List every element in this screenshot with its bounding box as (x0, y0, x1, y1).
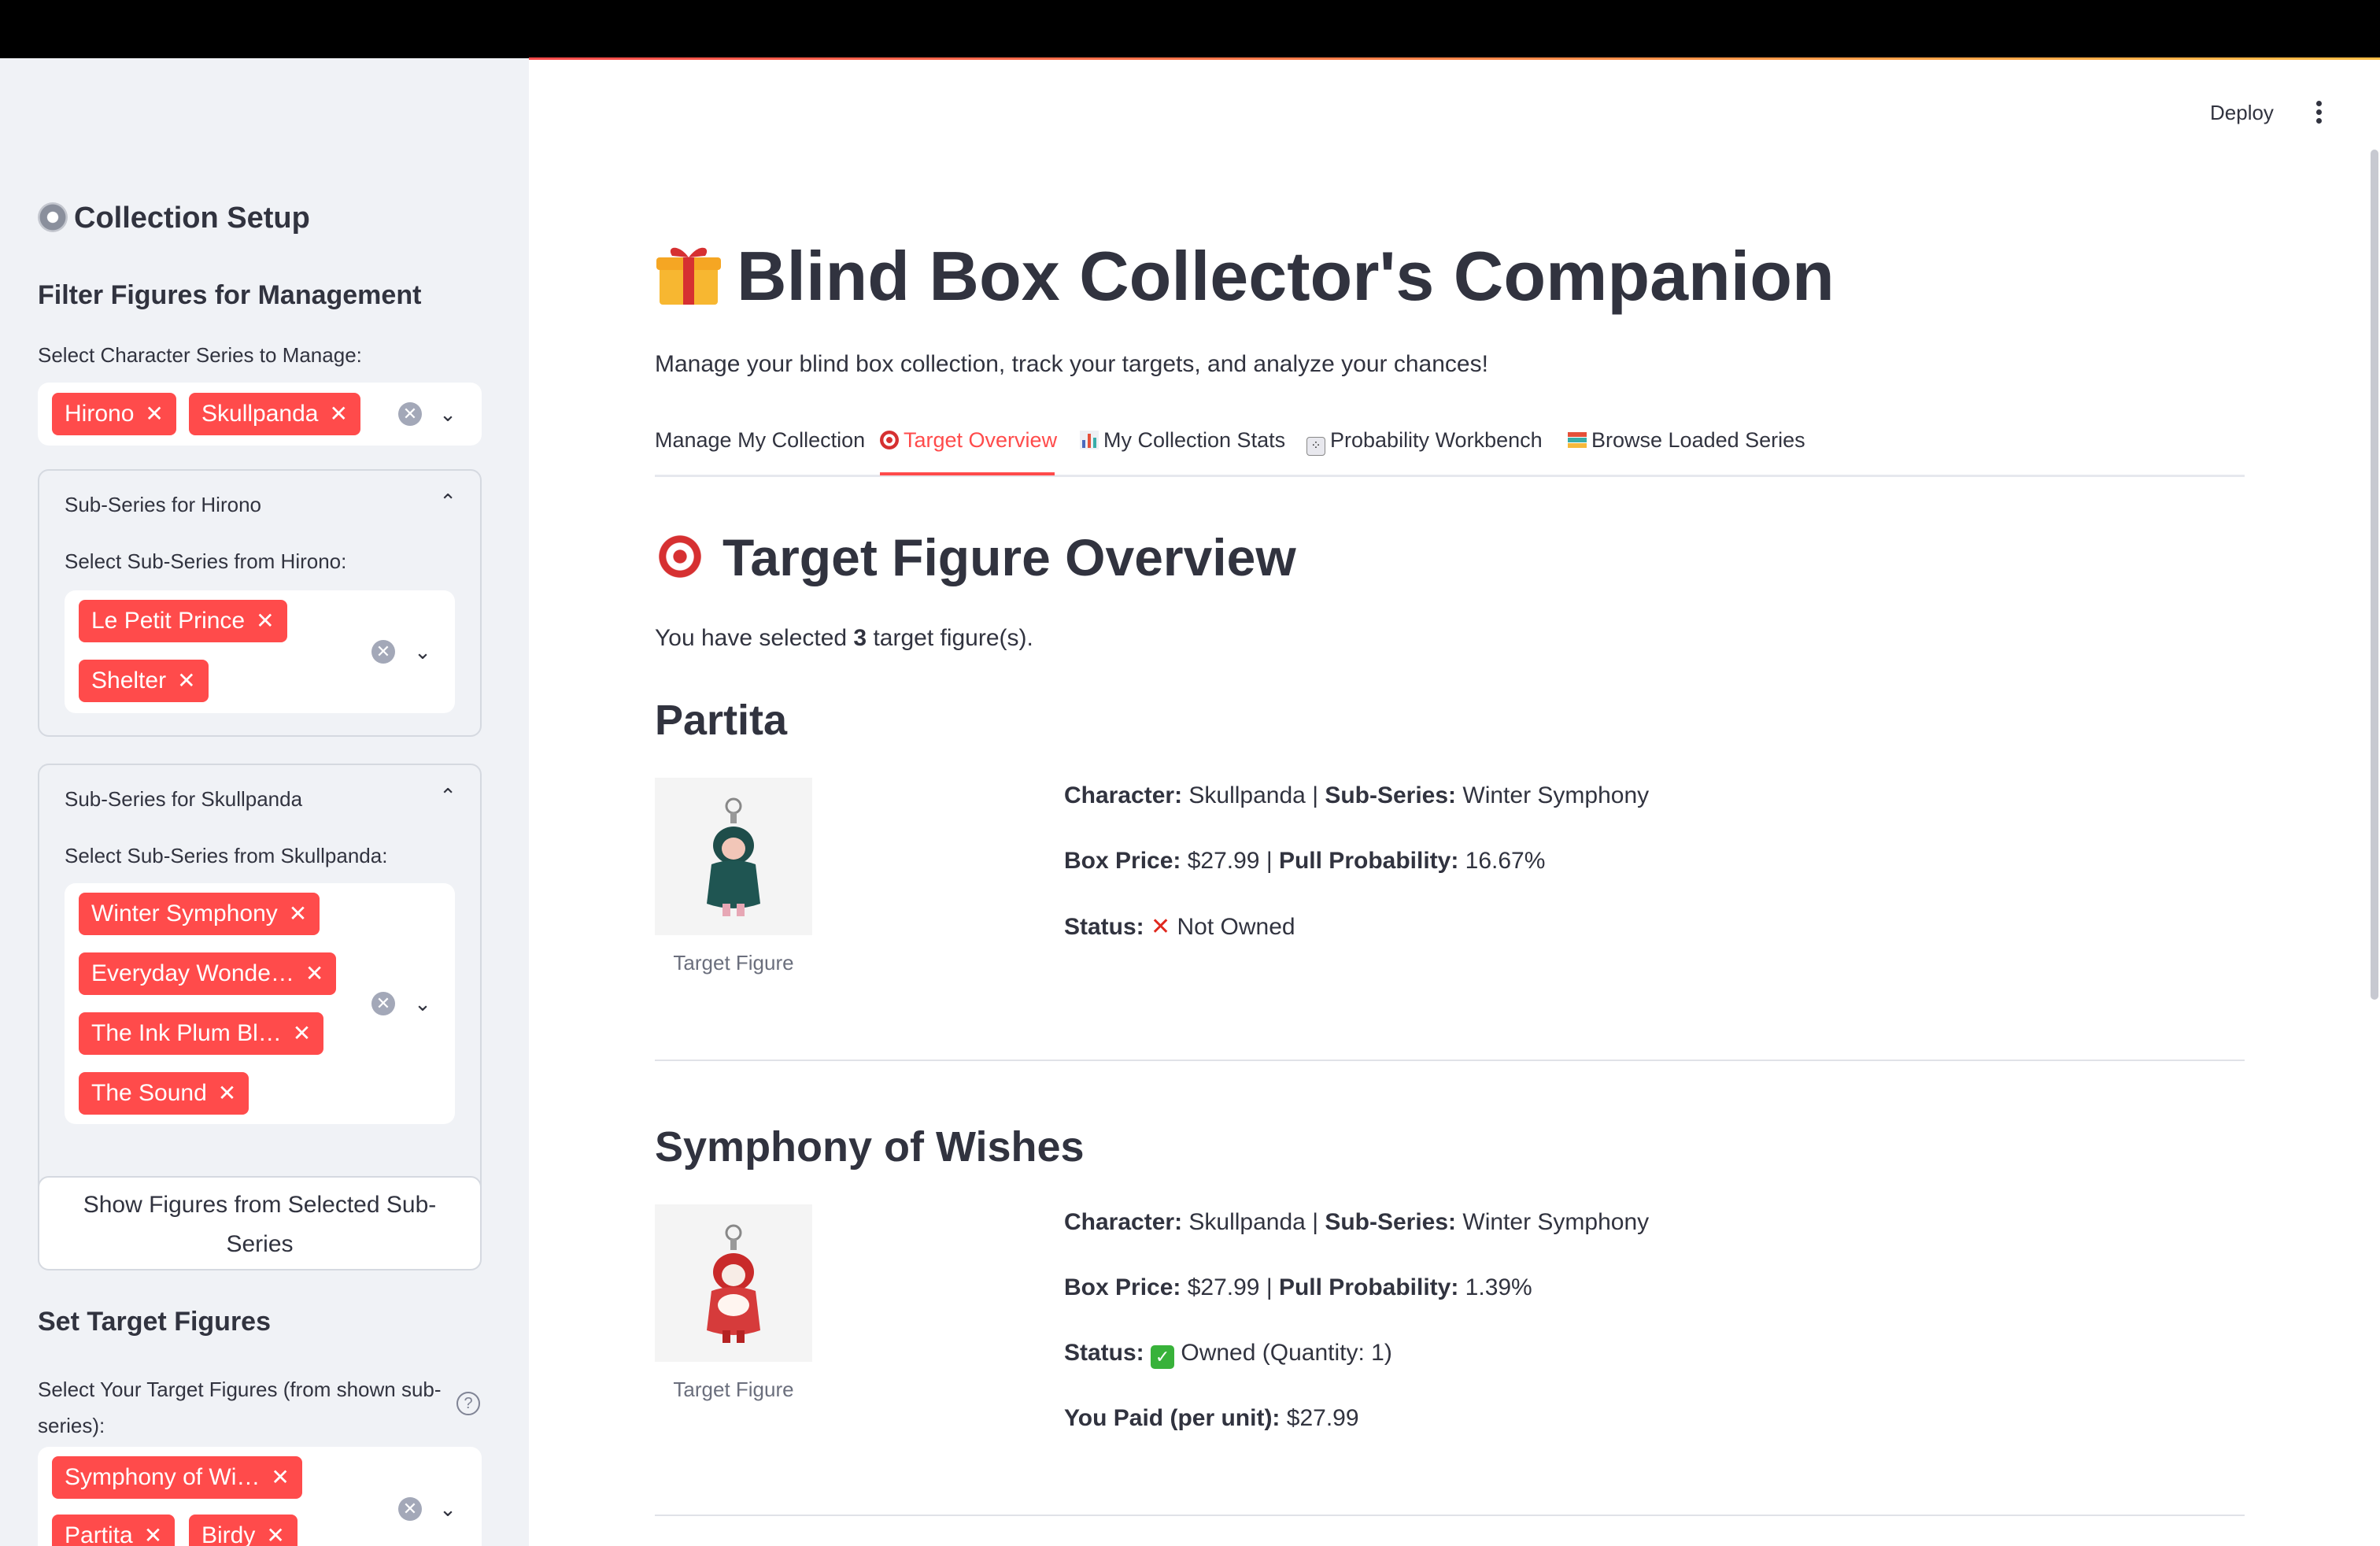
target-icon (655, 531, 705, 582)
deploy-button[interactable]: Deploy (2210, 101, 2274, 125)
set-targets-heading: Set Target Figures (38, 1307, 271, 1337)
divider (655, 1515, 2245, 1516)
chip-remove-icon[interactable]: ✕ (305, 952, 323, 995)
expander-hirono: Sub-Series for Hirono ⌃ Select Sub-Serie… (38, 469, 482, 737)
tab-manage-collection[interactable]: Manage My Collection (655, 428, 865, 453)
chip-ink-plum[interactable]: The Ink Plum Bl… ✕ (79, 1012, 324, 1055)
chip-shelter[interactable]: Shelter ✕ (79, 660, 209, 702)
header-decoration (529, 57, 2380, 60)
char-series-multiselect[interactable]: Hirono ✕ Skullpanda ✕ ✕ ⌄ (38, 383, 482, 446)
chip-winter-symphony[interactable]: Winter Symphony ✕ (79, 893, 320, 935)
books-icon (1568, 431, 1587, 449)
gear-icon (38, 202, 68, 232)
chip-skullpanda[interactable]: Skullpanda ✕ (189, 393, 360, 435)
filter-heading: Filter Figures for Management (38, 280, 422, 310)
chip-remove-icon[interactable]: ✕ (271, 1456, 289, 1499)
figure-price-line: Box Price: $27.99 | Pull Probability: 1.… (1064, 1274, 1532, 1300)
page-subtitle: Manage your blind box collection, track … (655, 351, 1488, 377)
dice-icon: ⁘ (1306, 437, 1325, 456)
divider (655, 1060, 2245, 1061)
collection-setup-heading: Collection Setup (38, 202, 310, 235)
help-icon[interactable]: ? (456, 1392, 480, 1415)
chip-the-sound[interactable]: The Sound ✕ (79, 1072, 249, 1115)
figure-image (655, 778, 812, 935)
chevron-up-icon[interactable]: ⌃ (439, 784, 456, 808)
tab-target-overview[interactable]: Target Overview (880, 428, 1057, 453)
active-tab-indicator (880, 472, 1055, 475)
chip-remove-icon[interactable]: ✕ (293, 1012, 311, 1055)
figure-price-line: Box Price: $27.99 | Pull Probability: 16… (1064, 848, 1546, 874)
clear-all-icon[interactable]: ✕ (398, 1497, 422, 1521)
chip-remove-icon[interactable]: ✕ (218, 1072, 236, 1115)
sidebar: Collection Setup Filter Figures for Mana… (0, 58, 529, 1546)
chip-remove-icon[interactable]: ✕ (177, 660, 195, 702)
main-menu-icon[interactable] (2314, 101, 2323, 128)
gift-icon (656, 247, 721, 305)
tab-collection-stats[interactable]: My Collection Stats (1080, 428, 1285, 453)
targets-label: Select Your Target Figures (from shown s… (38, 1378, 442, 1437)
show-figures-button[interactable]: Show Figures from Selected Sub-Series (38, 1176, 482, 1270)
target-figures-multiselect[interactable]: Symphony of Wi… ✕ Partita ✕ Birdy ✕ ✕ ⌄ (38, 1447, 482, 1546)
figure-name: Symphony of Wishes (655, 1123, 1085, 1171)
chip-remove-icon[interactable]: ✕ (329, 393, 347, 435)
figure-name: Partita (655, 697, 788, 744)
target-icon (880, 431, 899, 449)
figure-paid-line: You Paid (per unit): $27.99 (1064, 1405, 1359, 1431)
expander-hirono-title[interactable]: Sub-Series for Hirono (65, 493, 261, 517)
chip-partita[interactable]: Partita ✕ (52, 1515, 176, 1546)
figure-character-line: Character: Skullpanda | Sub-Series: Wint… (1064, 782, 1650, 808)
chip-birdy[interactable]: Birdy ✕ (189, 1515, 298, 1546)
skullpanda-subseries-label: Select Sub-Series from Skullpanda: (65, 844, 388, 867)
clear-all-icon[interactable]: ✕ (371, 992, 395, 1015)
chevron-down-icon[interactable]: ⌄ (436, 1497, 460, 1521)
chevron-down-icon[interactable]: ⌄ (411, 640, 434, 664)
chip-remove-icon[interactable]: ✕ (145, 393, 163, 435)
expander-skullpanda-title[interactable]: Sub-Series for Skullpanda (65, 787, 302, 812)
figure-status-line: Status: ✕ Not Owned (1064, 914, 1295, 940)
tab-probability-workbench[interactable]: ⁘ Probability Workbench (1306, 428, 1543, 456)
tab-browse-series[interactable]: Browse Loaded Series (1568, 428, 1805, 453)
hirono-subseries-label: Select Sub-Series from Hirono: (65, 549, 347, 573)
expander-skullpanda: Sub-Series for Skullpanda ⌃ Select Sub-S… (38, 764, 482, 1208)
figure-caption: Target Figure (673, 951, 794, 975)
chip-remove-icon[interactable]: ✕ (289, 893, 307, 935)
chip-hirono[interactable]: Hirono ✕ (52, 393, 176, 435)
clear-all-icon[interactable]: ✕ (398, 402, 422, 426)
bar-chart-icon (1080, 431, 1099, 449)
chip-remove-icon[interactable]: ✕ (256, 600, 274, 642)
check-icon: ✓ (1151, 1345, 1175, 1369)
figure-caption: Target Figure (673, 1378, 794, 1401)
chevron-down-icon[interactable]: ⌄ (411, 992, 434, 1015)
section-title: Target Figure Overview (655, 527, 1296, 587)
char-series-label: Select Character Series to Manage: (38, 343, 362, 367)
chip-le-petit-prince[interactable]: Le Petit Prince ✕ (79, 600, 287, 642)
skullpanda-subseries-multiselect[interactable]: Winter Symphony ✕ Everyday Wonde… ✕ The In… (65, 883, 455, 1124)
page-title: Blind Box Collector's Companion (655, 236, 1835, 316)
clear-all-icon[interactable]: ✕ (371, 640, 395, 664)
chip-everyday-wonderland[interactable]: Everyday Wonde… ✕ (79, 952, 337, 995)
browser-top-bar (0, 0, 2380, 58)
scrollbar[interactable] (2371, 150, 2378, 1000)
chip-symphony-of-wishes[interactable]: Symphony of Wi… ✕ (52, 1456, 302, 1499)
figure-image (655, 1204, 812, 1362)
figure-status-line: Status: ✓ Owned (Quantity: 1) (1064, 1340, 1392, 1369)
chip-remove-icon[interactable]: ✕ (144, 1515, 162, 1546)
chevron-up-icon[interactable]: ⌃ (439, 490, 456, 514)
tab-bar: Manage My Collection Target Overview My … (655, 425, 2245, 477)
selected-count-text: You have selected 3 target figure(s). (655, 625, 1033, 651)
hirono-subseries-multiselect[interactable]: Le Petit Prince ✕ Shelter ✕ ✕ ⌄ (65, 590, 455, 713)
chip-remove-icon[interactable]: ✕ (266, 1515, 284, 1546)
cross-icon: ✕ (1151, 914, 1171, 940)
chevron-down-icon[interactable]: ⌄ (436, 402, 460, 426)
figure-character-line: Character: Skullpanda | Sub-Series: Wint… (1064, 1209, 1650, 1235)
